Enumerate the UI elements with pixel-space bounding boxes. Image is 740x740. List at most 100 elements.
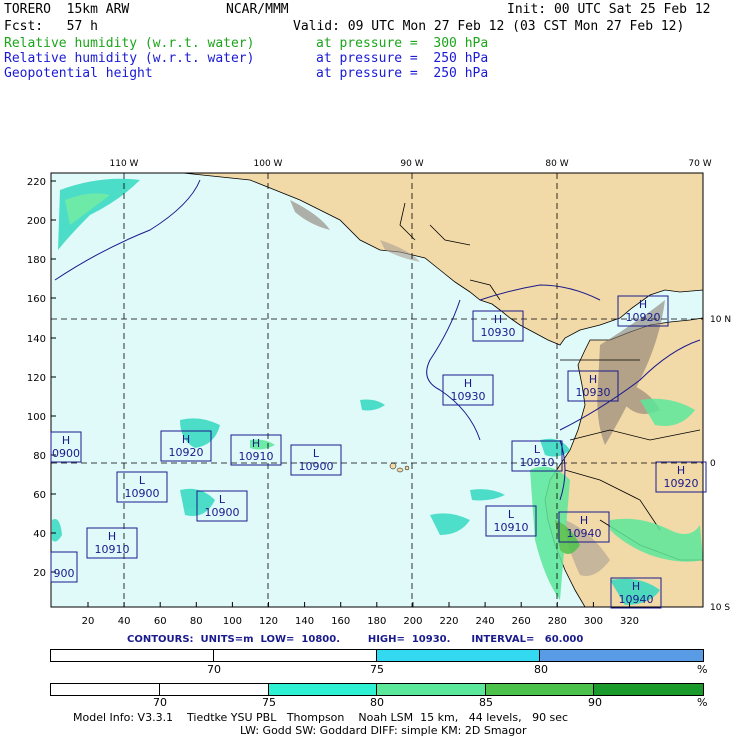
x-tick-label: 220 (439, 616, 458, 625)
colorbar-bin (51, 650, 214, 661)
x-tick-label: 280 (548, 616, 567, 625)
pressure-value: 900 (54, 567, 75, 580)
field2-level: at pressure = 250 hPa (316, 51, 489, 66)
colorbar2-label: 70 (153, 696, 167, 709)
field3-level: at pressure = 250 hPa (316, 66, 489, 81)
colorbar-300hpa (50, 683, 704, 696)
colorbar-bin (214, 650, 377, 661)
x-tick-label: 320 (620, 616, 639, 625)
pressure-value: 10910 (239, 450, 274, 463)
colorbar-bin (486, 684, 594, 695)
y-tick-label: 200 (27, 216, 46, 227)
lon-label: 90 W (400, 159, 423, 169)
lon-label: 110 W (110, 159, 139, 169)
lat-label: 10 N (710, 315, 731, 325)
pressure-value: 10910 (520, 456, 555, 469)
colorbar2-label: 75 (262, 696, 276, 709)
colorbar-bin (160, 684, 269, 695)
colorbar1-label: 75 (370, 663, 384, 676)
pressure-type: H (677, 464, 685, 477)
field1-level: at pressure = 300 hPa (316, 36, 489, 51)
pressure-type: H (252, 437, 260, 450)
y-tick-label: 120 (27, 373, 46, 384)
y-tick-label: 100 (27, 412, 46, 423)
colorbar-bin (51, 684, 160, 695)
field1-name: Relative humidity (w.r.t. water) (4, 36, 255, 51)
lon-label: 80 W (545, 159, 568, 169)
x-tick-label: 300 (584, 616, 603, 625)
colorbar-bin (269, 684, 377, 695)
y-tick-label: 220 (27, 177, 46, 188)
valid-time: Valid: 09 UTC Mon 27 Feb 12 (03 CST Mon … (293, 19, 685, 34)
pressure-type: H (580, 514, 588, 527)
x-tick-label: 20 (82, 616, 95, 625)
pressure-type: H (108, 530, 116, 543)
lon-label: 100 W (254, 159, 283, 169)
colorbar2-label: 85 (479, 696, 493, 709)
weather-map: 110 W 100 W 90 W 80 W 70 W 10 N 0 10 S 2… (27, 159, 731, 625)
colorbar1-label: 80 (534, 663, 548, 676)
pressure-type: H (464, 377, 472, 390)
x-tick-label: 60 (154, 616, 167, 625)
pressure-type: H (62, 434, 70, 447)
colorbar-bin (377, 650, 540, 661)
colorbar-bin (377, 684, 486, 695)
pressure-value: 10920 (626, 311, 661, 324)
pressure-type: L (219, 493, 226, 506)
pressure-type: H (639, 298, 647, 311)
pressure-value: 0900 (52, 447, 80, 460)
lon-label: 70 W (688, 159, 711, 169)
field2-name: Relative humidity (w.r.t. water) (4, 51, 255, 66)
pressure-type: L (313, 447, 320, 460)
colorbar-bin (540, 650, 703, 661)
pressure-type: L (139, 474, 146, 487)
x-tick-label: 200 (403, 616, 422, 625)
pressure-type: H (494, 313, 502, 326)
field3-name: Geopotential height (4, 66, 153, 81)
lat-label: 0 (710, 459, 716, 469)
pressure-value: 10900 (125, 487, 160, 500)
colorbar2-label: 80 (370, 696, 384, 709)
pressure-value: 10930 (481, 326, 516, 339)
y-tick-label: 160 (27, 294, 46, 305)
pressure-type: L (534, 443, 541, 456)
lat-label: 10 S (710, 603, 730, 613)
colorbar2-unit: % (697, 696, 708, 709)
pressure-value: 10910 (494, 521, 529, 534)
model-name: TORERO 15km ARW (4, 2, 130, 17)
x-tick-label: 140 (295, 616, 314, 625)
pressure-value: 10920 (664, 477, 699, 490)
colorbar-250hpa (50, 649, 704, 662)
x-tick-label: 240 (476, 616, 495, 625)
pressure-value: 10910 (95, 543, 130, 556)
pressure-value: 10900 (299, 460, 334, 473)
y-tick-label: 60 (33, 490, 46, 501)
y-tick-label: 40 (33, 529, 46, 540)
x-tick-label: 260 (512, 616, 531, 625)
model-info: Model Info: V3.3.1 Tiedtke YSU PBL Thomp… (73, 711, 569, 724)
pressure-type: H (589, 373, 597, 386)
init-time: Init: 00 UTC Sat 25 Feb 12 (507, 2, 711, 17)
y-tick-label: 20 (33, 568, 46, 579)
pressure-type: H (632, 580, 640, 593)
pressure-value: 10940 (567, 527, 602, 540)
pressure-value: 10940 (619, 593, 654, 606)
colorbar2-label: 90 (588, 696, 602, 709)
colorbar1-unit: % (697, 663, 708, 676)
x-tick-label: 160 (331, 616, 350, 625)
contour-info: CONTOURS: UNITS=m LOW= 10800. HIGH= 1093… (127, 634, 584, 645)
pressure-value: 10930 (576, 386, 611, 399)
colorbar1-label: 70 (207, 663, 221, 676)
x-tick-label: 120 (259, 616, 278, 625)
pressure-value: 10900 (205, 506, 240, 519)
x-tick-label: 80 (190, 616, 203, 625)
pressure-type: L (508, 508, 515, 521)
pressure-value: 10930 (451, 390, 486, 403)
pressure-value: 10920 (169, 446, 204, 459)
y-tick-label: 180 (27, 255, 46, 266)
y-tick-label: 140 (27, 334, 46, 345)
model-center: NCAR/MMM (226, 2, 289, 17)
forecast-hour: Fcst: 57 h (4, 19, 98, 34)
pressure-type: H (182, 433, 190, 446)
y-tick-label: 80 (33, 451, 46, 462)
